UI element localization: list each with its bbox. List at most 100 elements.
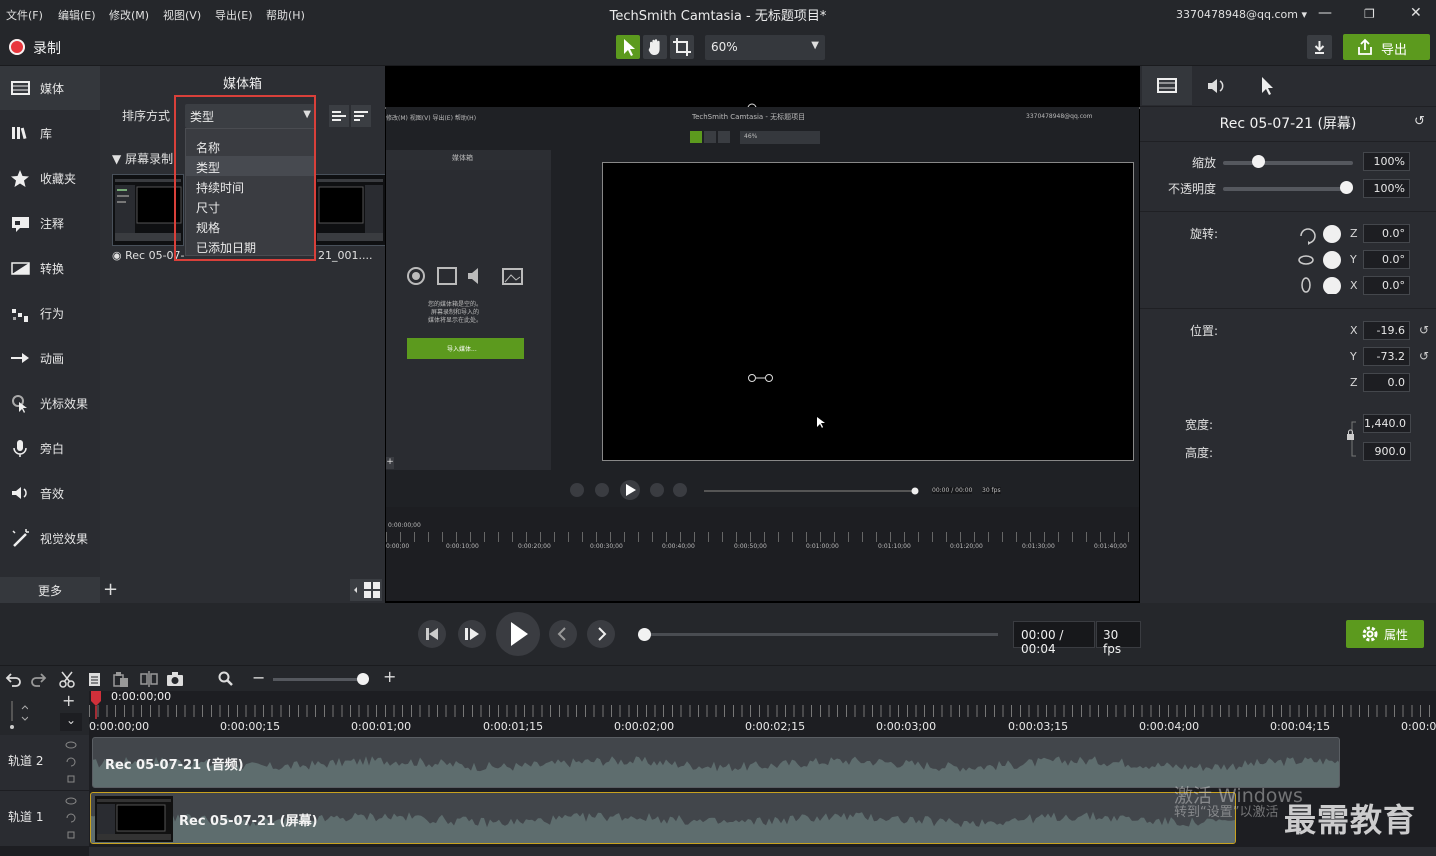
rotation-x-input[interactable]: 0.0° (1363, 276, 1410, 295)
step-back-button[interactable] (418, 620, 446, 648)
reset-icon[interactable]: ↺ (1419, 323, 1429, 337)
media-bin-title: 媒体箱 (222, 77, 262, 92)
inner-tick: 0:01:10;00 (878, 543, 911, 550)
inner-menu: 修改(M) 视图(V) 导出(E) 帮助(H) (386, 115, 477, 122)
opacity-input[interactable]: 100% (1363, 179, 1410, 198)
tab-cursor-properties[interactable] (1242, 66, 1292, 105)
track-header-1[interactable]: 轨道 1 (0, 791, 89, 846)
export-button[interactable]: 导出 (1343, 34, 1430, 60)
paste-icon[interactable] (112, 670, 130, 688)
close-icon[interactable]: ✕ (1410, 5, 1422, 21)
inner-fps: 30 fps (982, 487, 1001, 494)
opacity-slider-knob[interactable] (1340, 181, 1353, 194)
account-menu[interactable]: 3370478948@qq.com ▾ (1176, 8, 1307, 21)
nav-item-behaviors[interactable]: 行为 (0, 291, 100, 335)
nav-item-audio-effects[interactable]: 音效 (0, 471, 100, 515)
copy-icon[interactable] (86, 670, 104, 688)
media-thumbnail[interactable] (314, 174, 386, 246)
timeline-ruler[interactable]: + ⌄ 0:00:00;00 0:00:00;00 0:00:00;15 0:0… (0, 690, 1436, 735)
tab-visual-properties[interactable] (1142, 66, 1192, 105)
restore-icon[interactable]: ❐ (1364, 7, 1375, 21)
details-view-button[interactable] (329, 105, 349, 127)
scale-slider[interactable] (1223, 161, 1353, 165)
playback-scrubber[interactable] (638, 633, 998, 636)
properties-button[interactable]: 属性 (1346, 620, 1424, 648)
play-button[interactable] (496, 612, 540, 656)
position-y-input[interactable]: -73.2 (1363, 347, 1410, 366)
magnet-icon[interactable] (6, 695, 28, 731)
axis-z-label: Z (1350, 227, 1358, 240)
nav-item-media[interactable]: 媒体 (0, 66, 100, 110)
preview-canvas[interactable]: 修改(M) 视图(V) 导出(E) 帮助(H) TechSmith Camtas… (385, 66, 1140, 603)
opacity-slider[interactable] (1223, 187, 1353, 191)
zoom-out-icon[interactable]: − (252, 668, 265, 687)
nav-label: 收藏夹 (40, 172, 77, 186)
undo-icon[interactable] (4, 670, 22, 688)
tab-audio-properties[interactable] (1192, 66, 1242, 105)
sort-icon (354, 111, 368, 121)
nav-item-voice-narration[interactable]: 旁白 (0, 426, 100, 470)
nav-item-annotations[interactable]: 注释 (0, 201, 100, 245)
ruler-tick: 0:00:02;00 (614, 720, 675, 733)
nav-item-visual-effects[interactable]: 视觉效果 (0, 516, 100, 560)
scrubber-knob[interactable] (638, 628, 651, 641)
track-controls-icons[interactable] (64, 796, 78, 842)
screen-clip[interactable]: Rec 05-07-21 (屏幕) (90, 792, 1236, 844)
group-screen-recordings[interactable]: ▼ 屏幕录制 (112, 150, 173, 167)
track-name: 轨道 2 (8, 754, 44, 768)
ruler-tick: 0:00:01;00 (351, 720, 412, 733)
scale-input[interactable]: 100% (1363, 152, 1410, 171)
previous-marker-button[interactable] (549, 620, 577, 648)
reset-icon[interactable]: ↺ (1414, 114, 1425, 129)
collapse-tracks-icon[interactable]: ⌄ (60, 713, 82, 731)
reset-icon[interactable]: ↺ (1419, 349, 1429, 363)
height-input[interactable]: 900.0 (1363, 442, 1411, 461)
nav-label: 视觉效果 (40, 532, 89, 546)
track-controls-icons[interactable] (64, 740, 78, 786)
grid-view-button[interactable] (350, 579, 382, 601)
position-x-input[interactable]: -19.6 (1363, 321, 1410, 340)
nav-item-animations[interactable]: 动画 (0, 336, 100, 380)
rotation-y-input[interactable]: 0.0° (1363, 250, 1410, 269)
next-marker-button[interactable] (587, 620, 615, 648)
position-label: 位置: (1190, 324, 1219, 338)
account-email: 3370478948@qq.com (1176, 8, 1298, 21)
inner-tick: 0:00;00 (386, 543, 410, 550)
sort-order-button[interactable] (351, 105, 371, 127)
timeline-zoom-slider[interactable] (273, 678, 368, 681)
lock-aspect-icon[interactable] (1344, 418, 1360, 460)
zoom-select[interactable]: 60% ▼ (705, 35, 825, 60)
zoom-icon[interactable] (217, 670, 235, 688)
scale-slider-knob[interactable] (1252, 155, 1266, 168)
cut-icon[interactable] (58, 670, 76, 688)
redo-icon[interactable] (30, 670, 48, 688)
zoom-in-icon[interactable]: + (383, 667, 396, 686)
add-media-icon[interactable]: + (103, 579, 121, 600)
timeline-toolbar: − + (0, 665, 1436, 691)
timeline-scrollbar[interactable] (89, 847, 1436, 856)
inner-bin-icons (407, 267, 523, 285)
nav-item-favorites[interactable]: 收藏夹 (0, 156, 100, 200)
step-forward-button[interactable] (458, 620, 486, 648)
crop-tool-icon[interactable] (670, 35, 694, 59)
camera-icon[interactable] (166, 670, 184, 688)
ruler-tick: 0:00:00;15 (220, 720, 281, 733)
pan-tool-icon[interactable] (643, 35, 667, 59)
add-track-icon[interactable]: + (62, 691, 75, 710)
rotation-z-input[interactable]: 0.0° (1363, 224, 1410, 243)
nav-item-cursor-effects[interactable]: 光标效果 (0, 381, 100, 425)
audio-clip[interactable]: Rec 05-07-21 (音频) (92, 737, 1340, 788)
more-button[interactable]: 更多 (0, 577, 100, 603)
nav-item-library[interactable]: 库 (0, 111, 100, 155)
width-input[interactable]: 1,440.0 (1363, 414, 1411, 433)
playhead-icon[interactable] (89, 691, 103, 719)
select-tool-icon[interactable] (616, 35, 640, 59)
minimize-icon[interactable]: — (1318, 5, 1332, 21)
track-header-2[interactable]: 轨道 2 (0, 735, 89, 790)
rotation-dials[interactable] (1298, 224, 1342, 294)
nav-item-transitions[interactable]: 转换 (0, 246, 100, 290)
position-z-input[interactable]: 0.0 (1363, 373, 1410, 392)
split-icon[interactable] (140, 670, 158, 688)
download-button[interactable] (1307, 35, 1332, 59)
timeline-zoom-knob[interactable] (357, 673, 369, 685)
